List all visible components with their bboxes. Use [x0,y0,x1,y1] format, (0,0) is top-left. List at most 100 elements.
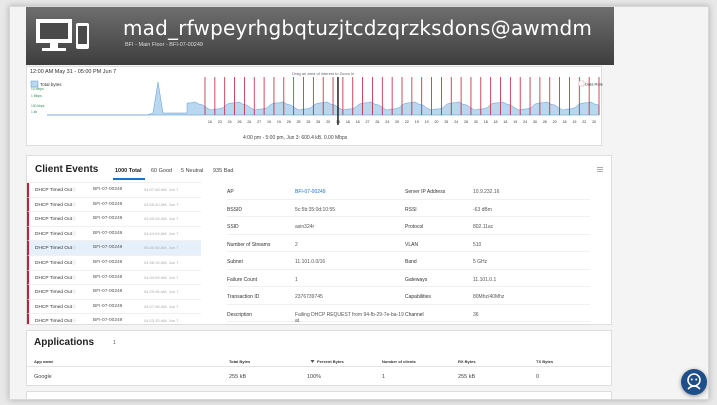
event-ap: BFI-07-00249 [93,259,123,265]
day-label: 30 [474,120,478,124]
event-row[interactable]: DHCP Timed Outⓘ BFI-07-00249 04:40:40 AM, … [27,241,201,256]
event-type-text: DHCP Timed Out [35,188,72,193]
applications-panel: Applications 1 App name Total Bytes Perc… [26,330,612,386]
info-icon[interactable]: ⓘ [72,289,76,294]
event-row[interactable]: DHCP Timed Outⓘ BFI-07-00249 04:57:48 AM, … [27,183,201,198]
event-row[interactable]: DHCP Timed Outⓘ BFI-07-00249 04:23:15 AM, … [27,314,201,324]
event-time: 04:44:04 AM, Jun 7 [144,230,179,236]
event-list[interactable]: DHCP Timed Outⓘ BFI-07-00249 04:57:48 AM, … [27,182,201,324]
event-row[interactable]: DHCP Timed Outⓘ BFI-07-00249 04:49:26 AM, … [27,212,201,227]
event-type-text: DHCP Timed Out [35,304,72,310]
cell-rx-bytes: 255 kB [458,374,476,380]
sort-down-icon[interactable] [310,359,315,364]
day-label: 24 [247,120,251,124]
day-label: 19 [277,120,281,124]
traffic-timeline[interactable]: 12:00 AM May 31 - 05:00 PM Jun 7 Drag an… [26,66,603,146]
y-axis-label: 1 kb [31,110,37,114]
day-label: 18 [494,120,498,124]
col-app-name[interactable]: App name [34,359,53,364]
day-label: 20 [553,120,557,124]
info-icon[interactable]: ⓘ [72,318,76,323]
col-tx-bytes[interactable]: TX Bytes [536,359,553,364]
event-time: 04:34:05 AM, Jun 7 [144,274,179,280]
info-icon[interactable]: ⓘ [72,187,76,192]
event-row[interactable]: DHCP Timed Outⓘ BFI-07-00249 04:55:40 AM, … [27,197,201,213]
details-left-column: AP BFI-07-00249 BSSID 5c:5b:35:0d:10:55 SSID… [227,182,412,324]
info-icon[interactable]: ⓘ [72,275,76,280]
info-icon[interactable]: ⓘ [72,260,76,265]
event-row[interactable]: DHCP Timed Outⓘ BFI-07-00249 04:27:36 AM, … [27,299,201,315]
assistant-button[interactable] [681,369,707,395]
detail-value: 2 [295,241,298,248]
day-label: 18 [563,120,567,124]
event-type: DHCP Timed Outⓘ [35,304,76,310]
detail-label: Protocol [405,224,424,230]
info-icon[interactable]: ⓘ [72,231,76,236]
day-label: 25 [306,120,310,124]
event-row[interactable]: DHCP Timed Outⓘ BFI-07-00249 04:29:46 AM, … [27,285,201,300]
day-label: 20 [592,120,596,124]
col-rx-bytes[interactable]: RX Bytes [458,359,476,364]
info-icon[interactable]: ⓘ [72,202,76,207]
client-location: BFI - Main Floor - BFI-07-00249 [125,42,203,48]
detail-label: Number of Streams [227,241,271,248]
event-type-text: DHCP Timed Out [35,290,72,296]
event-time: 04:36:15 AM, Jun 7 [144,259,179,265]
detail-value: 802.11ac [473,224,494,230]
event-row[interactable]: DHCP Timed Outⓘ BFI-07-00249 04:34:05 AM, … [27,270,201,286]
timeline-chart[interactable]: Total bytes10 Mbps1 Mbps100 kbps1 kb16 23… [27,77,603,133]
info-icon[interactable]: ⓘ [72,304,76,309]
event-ap: BFI-07-00249 [93,303,123,309]
hamburger-menu-icon[interactable] [597,167,603,172]
event-type-text: DHCP Timed Out [35,260,72,266]
event-time: 04:57:48 AM, Jun 7 [144,187,179,192]
event-row[interactable]: DHCP Timed Outⓘ BFI-07-00249 04:36:15 AM, … [27,255,201,271]
event-type: DHCP Timed Outⓘ [35,202,76,208]
data-rate-swatch [578,80,585,87]
event-row[interactable]: DHCP Timed Outⓘ BFI-07-00249 04:44:04 AM, … [27,226,201,242]
col-percent-bytes[interactable]: Percent Bytes [317,359,344,364]
detail-value: 11.101.0.1 [473,276,497,283]
detail-label: Failure Count [227,276,258,283]
y-axis-label: 10 Mbps [31,87,44,91]
info-icon[interactable]: ⓘ [72,245,76,250]
cell-app-name: Google [34,374,52,380]
details-right-column: Server IP Address 10.9.232.16 RSSI -63 dBm P… [405,182,590,322]
detail-label: Description [227,311,253,318]
day-label: 24 [454,120,458,124]
day-label: 18 [346,120,350,124]
detail-row: BSSID 5c:5b:35:0d:10:55 [227,200,412,217]
tab-total[interactable]: 1000 Total [115,168,142,174]
cell-tx-bytes: 0 [536,374,540,380]
timeline-summary: 4:00 pm - 5:00 pm, Jun 3: 600.4 kB, 0.00… [243,135,348,141]
day-label: 26 [237,120,241,124]
client-title: mad_rfwpeyrhgbqtuzjtcdzqrzksdons@awmdm [123,16,593,40]
event-type: DHCP Timed Outⓘ [35,289,76,295]
tab-good[interactable]: 60 Good [151,168,172,174]
detail-value: 80Mhz/40Mhz [473,294,505,300]
detail-row: Protocol 802.11ac [405,217,590,235]
event-type-text: DHCP Timed Out [35,319,72,324]
event-type: DHCP Timed Outⓘ [35,245,76,251]
detail-value: 11.101.0.0/16 [295,259,326,265]
detail-row: Subnet 11.101.0.0/16 [227,252,412,270]
day-label: 19 [425,120,429,124]
detail-row: Description Failing DHCP REQUEST from 94-… [227,305,412,324]
detail-label: Band [405,259,417,265]
detail-row: Capabilities 80Mhz/40Mhz [405,287,590,305]
info-icon[interactable]: ⓘ [72,216,76,221]
cell-percent-bytes: 100% [307,374,322,380]
day-label: 24 [385,120,389,124]
tab-bad[interactable]: 935 Bad [213,168,234,174]
event-ap: BFI-07-00249 [93,187,123,192]
detail-label: SSID [227,224,239,230]
event-ap: BFI-07-00249 [93,230,123,236]
col-number-of-clients[interactable]: Number of clients [382,359,416,364]
detail-link[interactable]: BFI-07-00249 [295,189,405,195]
tab-neutral[interactable]: 5 Neutral [181,168,203,174]
event-type-text: DHCP Timed Out [35,202,72,208]
day-label: 30 [533,120,537,124]
day-label: 29 [395,120,399,124]
col-total-bytes[interactable]: Total Bytes [229,359,250,364]
event-time: 04:49:26 AM, Jun 7 [144,216,179,222]
